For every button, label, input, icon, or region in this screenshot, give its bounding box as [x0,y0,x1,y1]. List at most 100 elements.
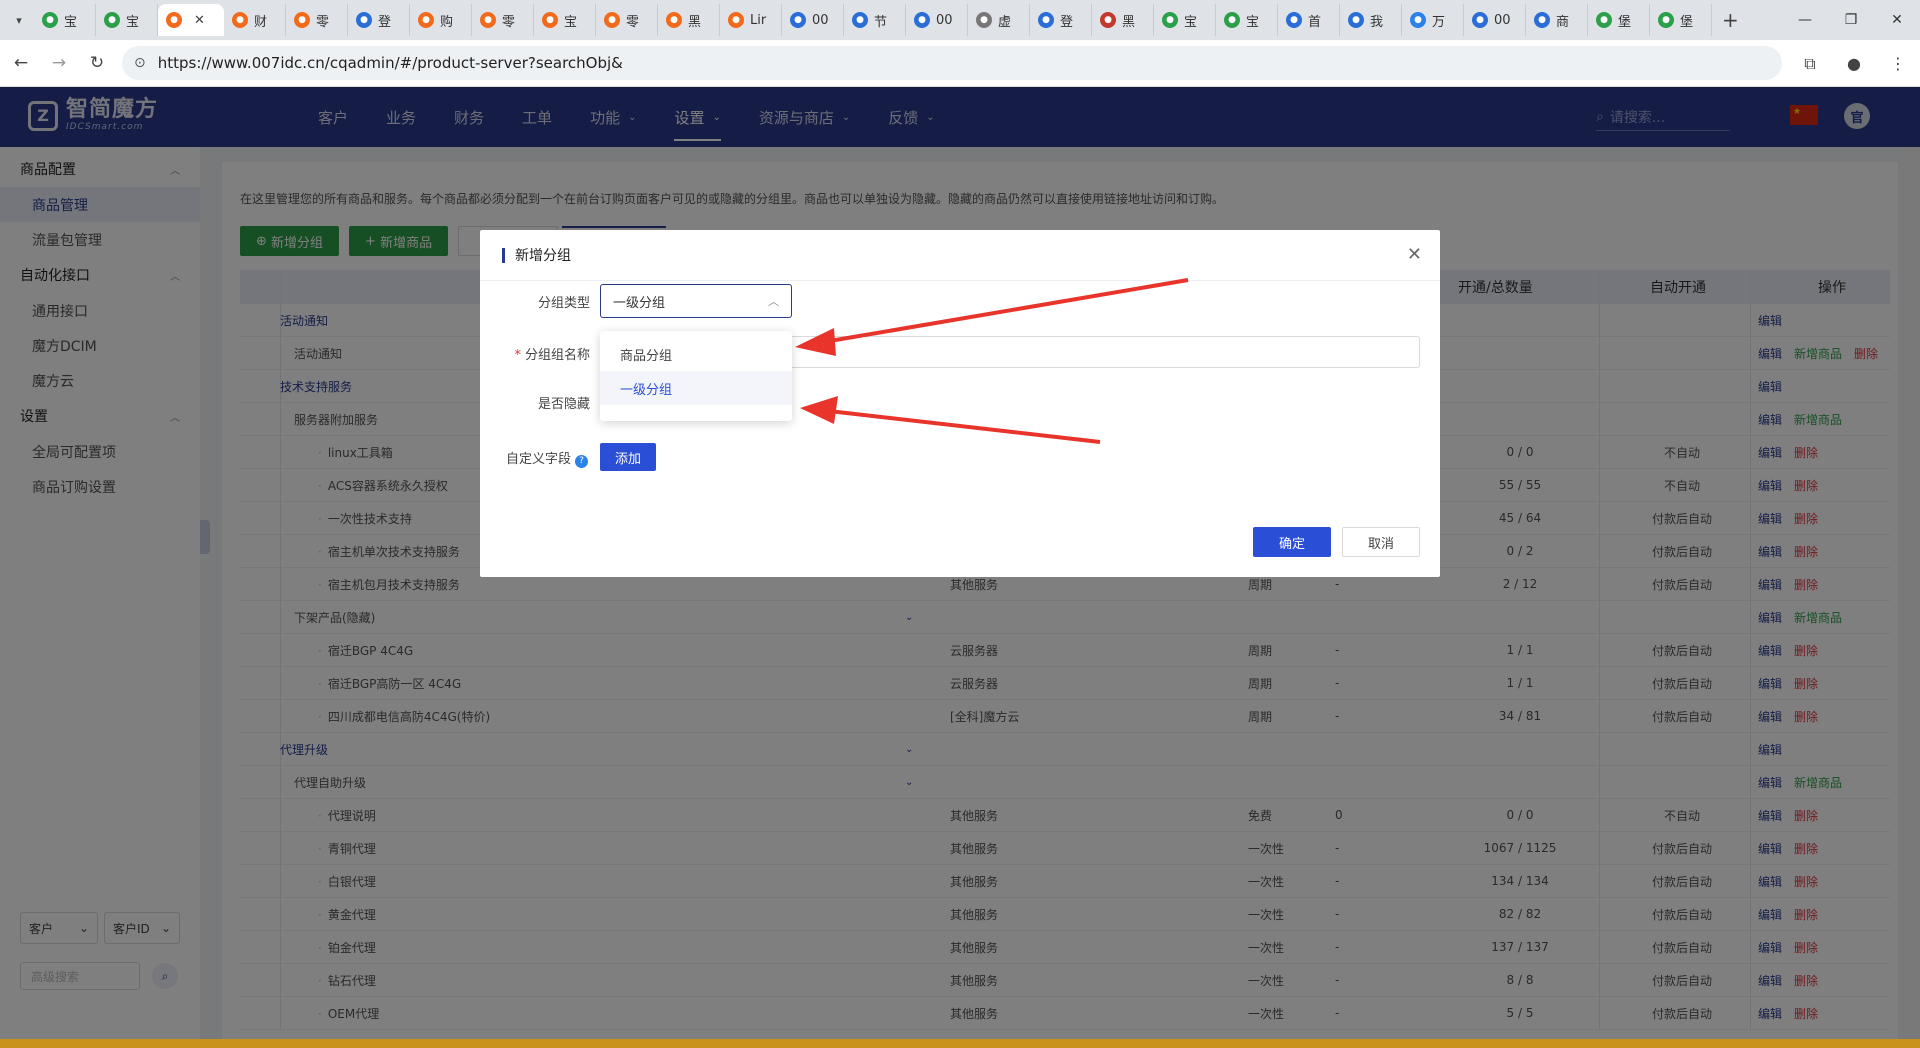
browser-tab-strip: ▾ ● 宝 ● 宝 ● ✕ ● 财 ● 零 ● 登 ● 购 ● 零 ● 宝 ● 零 ● 黑 ● Lir ● 00 ● 节 ● 00 ● 虚 ● 登… [0,0,1920,40]
group-name-label-text: 分组组名称 [524,348,590,363]
favicon-icon: ● [666,12,682,28]
reload-icon[interactable]: ↻ [80,46,114,80]
favicon-icon: ● [790,12,806,28]
tab-title: 万 [1432,14,1446,30]
url-field[interactable]: ⊙ https://www.007idc.cn/cqadmin/#/produc… [122,46,1782,80]
close-icon[interactable]: ✕ [1407,244,1422,265]
close-tab-icon[interactable]: ✕ [194,13,205,28]
tab-title: 宝 [1184,14,1198,30]
profile-icon[interactable]: ● [1832,54,1876,73]
tab-title: 财 [254,14,268,30]
group-type-dropdown: 商品分组 一级分组 [600,331,792,421]
browser-tab[interactable]: ● 登 [348,4,410,36]
close-window-icon[interactable]: ✕ [1874,0,1920,40]
dialog-title-text: 新增分组 [515,248,571,264]
browser-tab[interactable]: ● 00 [1464,4,1526,36]
favicon-icon: ● [166,12,182,28]
tab-title: 首 [1308,14,1322,30]
browser-tab[interactable]: ● 黑 [1092,4,1154,36]
tab-title: 黑 [688,14,702,30]
tab-title: 购 [440,14,454,30]
browser-tab[interactable]: ● 登 [1030,4,1092,36]
add-field-button[interactable]: 添加 [600,443,656,471]
browser-tab[interactable]: ● 宝 [534,4,596,36]
favicon-icon: ● [42,12,58,28]
favicon-icon: ● [1410,12,1426,28]
favicon-icon: ● [232,12,248,28]
browser-tab[interactable]: ● 宝 [1154,4,1216,36]
browser-tab[interactable]: ● 节 [844,4,906,36]
dropdown-option[interactable]: 一级分组 [600,371,792,405]
favicon-icon: ● [604,12,620,28]
browser-tab[interactable]: ● 堡 [1588,4,1650,36]
new-tab-button[interactable]: + [1722,8,1739,32]
browser-tab[interactable]: ● 零 [472,4,534,36]
browser-tab[interactable]: ● 首 [1278,4,1340,36]
browser-tab[interactable]: ● 零 [286,4,348,36]
back-icon[interactable]: ← [4,46,38,80]
favicon-icon: ● [1658,12,1674,28]
tab-title: 黑 [1122,14,1136,30]
extensions-icon[interactable]: ⧉ [1788,54,1832,74]
favicon-icon: ● [1224,12,1240,28]
browser-menu-icon[interactable]: ⋮ [1876,54,1920,73]
favicon-icon: ● [356,12,372,28]
tab-title: 宝 [564,14,578,30]
tab-title: Lir [750,12,767,28]
tab-title: 商 [1556,14,1570,30]
confirm-button[interactable]: 确定 [1253,527,1331,557]
address-bar: ← → ↻ ⊙ https://www.007idc.cn/cqadmin/#/… [0,40,1920,87]
browser-tab[interactable]: ● 宝 [34,4,96,36]
browser-toolbar-right: ⧉ ● ⋮ [1788,40,1920,87]
tab-title: 堡 [1618,14,1632,30]
group-name-label: * 分组组名称 [514,348,590,363]
tab-search-button[interactable]: ▾ [4,5,34,35]
browser-tab[interactable]: ● 堡 [1650,4,1712,36]
favicon-icon: ● [1472,12,1488,28]
chevron-up-icon: ︿ [768,295,779,308]
dialog-title: 新增分组 [502,245,571,265]
tab-title: 虚 [998,14,1012,30]
tab-title: 00 [1494,12,1511,28]
favicon-icon: ● [294,12,310,28]
forward-icon[interactable]: → [42,46,76,80]
browser-tab[interactable]: ● Lir [720,4,782,36]
browser-tab[interactable]: ● 00 [782,4,844,36]
favicon-icon: ● [104,12,120,28]
browser-tab[interactable]: ● 商 [1526,4,1588,36]
tab-title: 宝 [126,14,140,30]
favicon-icon: ● [1038,12,1054,28]
browser-tab[interactable]: ● 宝 [96,4,158,36]
browser-tab[interactable]: ● 我 [1340,4,1402,36]
browser-tab[interactable]: ● 黑 [658,4,720,36]
favicon-icon: ● [480,12,496,28]
browser-tab[interactable]: ● ✕ [158,4,224,36]
favicon-icon: ● [1286,12,1302,28]
restore-icon[interactable]: ❐ [1828,0,1874,40]
favicon-icon: ● [1596,12,1612,28]
dropdown-option[interactable]: 商品分组 [600,337,792,371]
browser-tab[interactable]: ● 虚 [968,4,1030,36]
favicon-icon: ● [914,12,930,28]
tab-title: 堡 [1680,14,1694,30]
minimize-icon[interactable]: — [1782,0,1828,40]
window-controls: — ❐ ✕ [1782,0,1920,40]
tab-title: 宝 [64,14,78,30]
group-type-select[interactable]: 一级分组 ︿ [600,284,792,318]
browser-tab[interactable]: ● 财 [224,4,286,36]
browser-tab[interactable]: ● 宝 [1216,4,1278,36]
site-info-icon[interactable]: ⊙ [134,55,146,71]
browser-tab[interactable]: ● 购 [410,4,472,36]
cancel-button[interactable]: 取消 [1342,527,1420,557]
taskbar-strip [0,1039,1920,1048]
browser-tab[interactable]: ● 万 [1402,4,1464,36]
help-icon[interactable]: ? [575,454,588,468]
tab-title: 00 [936,12,953,28]
tab-title: 我 [1370,14,1384,30]
browser-tab[interactable]: ● 零 [596,4,658,36]
browser-tab[interactable]: ● 00 [906,4,968,36]
favicon-icon: ● [728,12,744,28]
custom-field-label-text: 自定义字段 [505,452,571,467]
hidden-label: 是否隐藏 [537,397,590,412]
favicon-icon: ● [542,12,558,28]
